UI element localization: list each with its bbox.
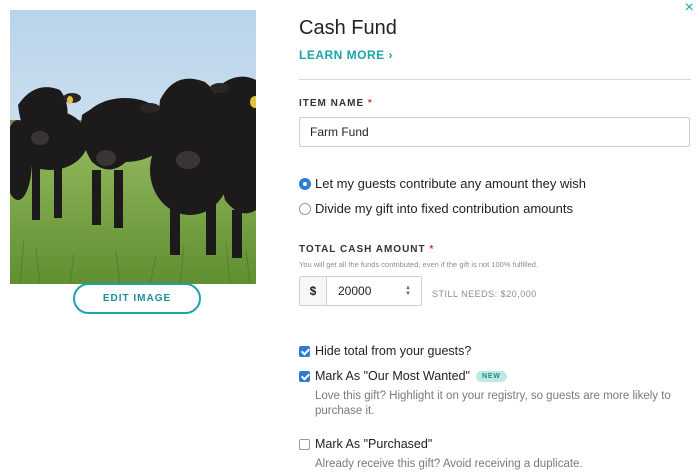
hide-total-label: Hide total from your guests? (315, 344, 472, 358)
purchased-checkbox[interactable] (299, 438, 310, 450)
currency-symbol: $ (300, 277, 327, 305)
most-wanted-help: Love this gift? Highlight it on your reg… (315, 390, 671, 417)
hide-total-checkbox-row[interactable]: Hide total from your guests? (299, 344, 471, 358)
most-wanted-label: Mark As "Our Most Wanted" (315, 369, 470, 383)
required-mark: * (367, 98, 373, 109)
most-wanted-checkbox-row[interactable]: Mark As "Our Most Wanted" NEW (299, 369, 507, 383)
required-mark: * (429, 244, 435, 255)
close-icon[interactable]: × (685, 0, 694, 16)
hide-total-checkbox[interactable] (299, 345, 310, 357)
radio-any-amount-label: Let my guests contribute any amount they… (315, 176, 586, 191)
total-cash-hint: You will get all the funds contributed, … (299, 260, 539, 269)
cash-amount-field[interactable]: $ 20000 ▲ ▼ (299, 276, 422, 306)
purchased-help: Already receive this gift? Avoid receivi… (315, 458, 583, 470)
item-name-label-text: ITEM NAME (299, 98, 365, 109)
page-title: Cash Fund (299, 17, 397, 39)
total-cash-label: TOTAL CASH AMOUNT * (299, 244, 434, 255)
gift-image-panel (10, 10, 256, 284)
item-name-input[interactable]: Farm Fund (299, 117, 690, 147)
learn-more-link[interactable]: LEARN MORE › (299, 48, 393, 62)
radio-selected-icon[interactable] (299, 177, 311, 190)
stepper-down-icon[interactable]: ▼ (405, 291, 411, 297)
amount-stepper[interactable]: ▲ ▼ (401, 277, 415, 305)
item-name-label: ITEM NAME * (299, 98, 373, 109)
still-needs-text: STILL NEEDS: $20,000 (432, 289, 537, 299)
radio-fixed-amounts-label: Divide my gift into fixed contribution a… (315, 201, 573, 216)
radio-any-amount[interactable]: Let my guests contribute any amount they… (299, 176, 586, 191)
most-wanted-checkbox[interactable] (299, 370, 310, 382)
purchased-checkbox-row[interactable]: Mark As "Purchased" (299, 437, 432, 451)
radio-fixed-amounts[interactable]: Divide my gift into fixed contribution a… (299, 201, 573, 216)
divider (299, 79, 691, 80)
edit-image-button[interactable]: EDIT IMAGE (73, 283, 201, 314)
total-cash-label-text: TOTAL CASH AMOUNT (299, 244, 426, 255)
cash-amount-input[interactable]: 20000 (327, 277, 401, 305)
new-badge: NEW (475, 370, 507, 382)
gift-photo (10, 10, 256, 284)
radio-unselected-icon[interactable] (299, 202, 311, 215)
purchased-label: Mark As "Purchased" (315, 437, 433, 451)
